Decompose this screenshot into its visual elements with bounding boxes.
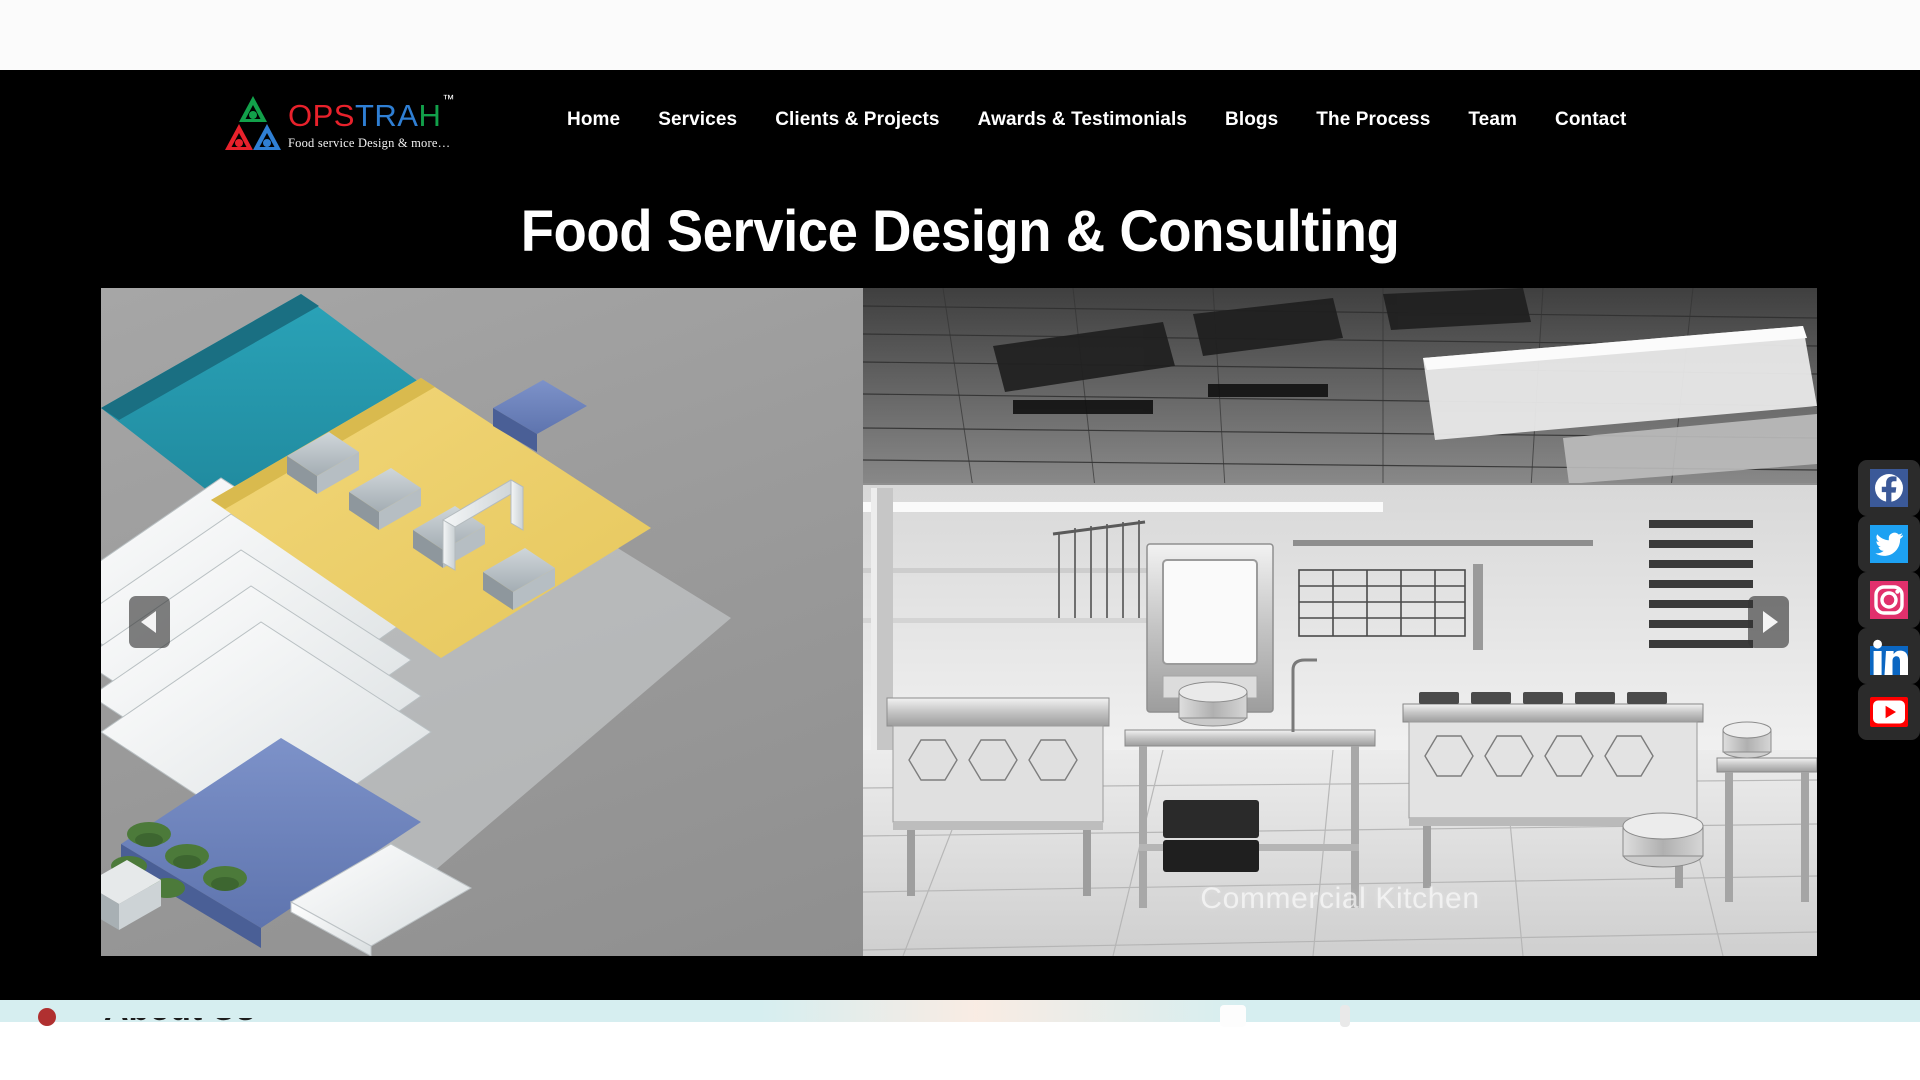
linkedin-icon xyxy=(1870,639,1908,675)
nav-item-awards-testimonials[interactable]: Awards & Testimonials xyxy=(959,109,1206,131)
main-navigation: Home Services Clients & Projects Awards … xyxy=(548,70,1645,170)
nav-item-services[interactable]: Services xyxy=(639,109,756,131)
site-container: OPSTRAH™ Food service Design & more… Hom… xyxy=(0,70,1920,1000)
nav-item-clients-projects[interactable]: Clients & Projects xyxy=(756,109,958,131)
logo-part-ops: OPS xyxy=(288,98,355,133)
logo-part-tra: TRA xyxy=(354,98,419,133)
youtube-icon xyxy=(1870,697,1908,727)
nav-item-the-process[interactable]: The Process xyxy=(1297,109,1449,131)
section-top-band xyxy=(0,1000,1920,1022)
logo-wordmark: OPSTRAH™ xyxy=(288,93,454,133)
carousel-track: Commercial Kitchen xyxy=(101,288,1817,956)
page-title: Food Service Design & Consulting xyxy=(520,199,1400,264)
carousel-slide-commercial-kitchen-render[interactable]: Commercial Kitchen xyxy=(863,288,1817,956)
social-link-youtube[interactable] xyxy=(1858,684,1920,740)
twitter-icon xyxy=(1870,525,1908,563)
band-highlight xyxy=(760,1000,1240,1022)
section-bullet-icon xyxy=(38,1008,56,1026)
triangle-people-logo-icon xyxy=(222,92,284,154)
site-logo[interactable]: OPSTRAH™ Food service Design & more… xyxy=(222,92,454,154)
nav-item-home[interactable]: Home xyxy=(548,109,639,131)
social-link-instagram[interactable] xyxy=(1858,572,1920,628)
hero-carousel[interactable]: Commercial Kitchen xyxy=(101,288,1817,956)
section-card-preview-1 xyxy=(1220,1005,1246,1027)
logo-tagline: Food service Design & more… xyxy=(288,136,451,150)
social-link-twitter[interactable] xyxy=(1858,516,1920,572)
nav-item-contact[interactable]: Contact xyxy=(1536,109,1645,131)
nav-item-team[interactable]: Team xyxy=(1449,109,1536,131)
logo-part-h: H xyxy=(418,98,442,133)
nav-item-blogs[interactable]: Blogs xyxy=(1206,109,1297,131)
commercial-kitchen-image: Commercial Kitchen xyxy=(863,288,1817,956)
section-card-preview-2 xyxy=(1340,1005,1350,1027)
chevron-right-icon xyxy=(1762,611,1778,633)
instagram-icon xyxy=(1870,581,1908,619)
trademark-symbol: ™ xyxy=(442,91,455,106)
carousel-slide-isometric-kitchen-layout[interactable] xyxy=(101,288,863,956)
facebook-icon xyxy=(1870,469,1908,507)
carousel-next-button[interactable] xyxy=(1748,596,1789,648)
site-header: OPSTRAH™ Food service Design & more… Hom… xyxy=(0,70,1920,170)
browser-top-strip xyxy=(0,0,1920,70)
page-root: OPSTRAH™ Food service Design & more… Hom… xyxy=(0,0,1920,1080)
chevron-left-icon xyxy=(140,611,156,633)
social-link-linkedin[interactable] xyxy=(1858,628,1920,684)
social-link-facebook[interactable] xyxy=(1858,460,1920,516)
carousel-prev-button[interactable] xyxy=(129,596,170,648)
social-media-rail xyxy=(1858,460,1920,740)
isometric-render-image xyxy=(101,288,863,956)
below-fold-section: About Us xyxy=(0,1000,1920,1080)
